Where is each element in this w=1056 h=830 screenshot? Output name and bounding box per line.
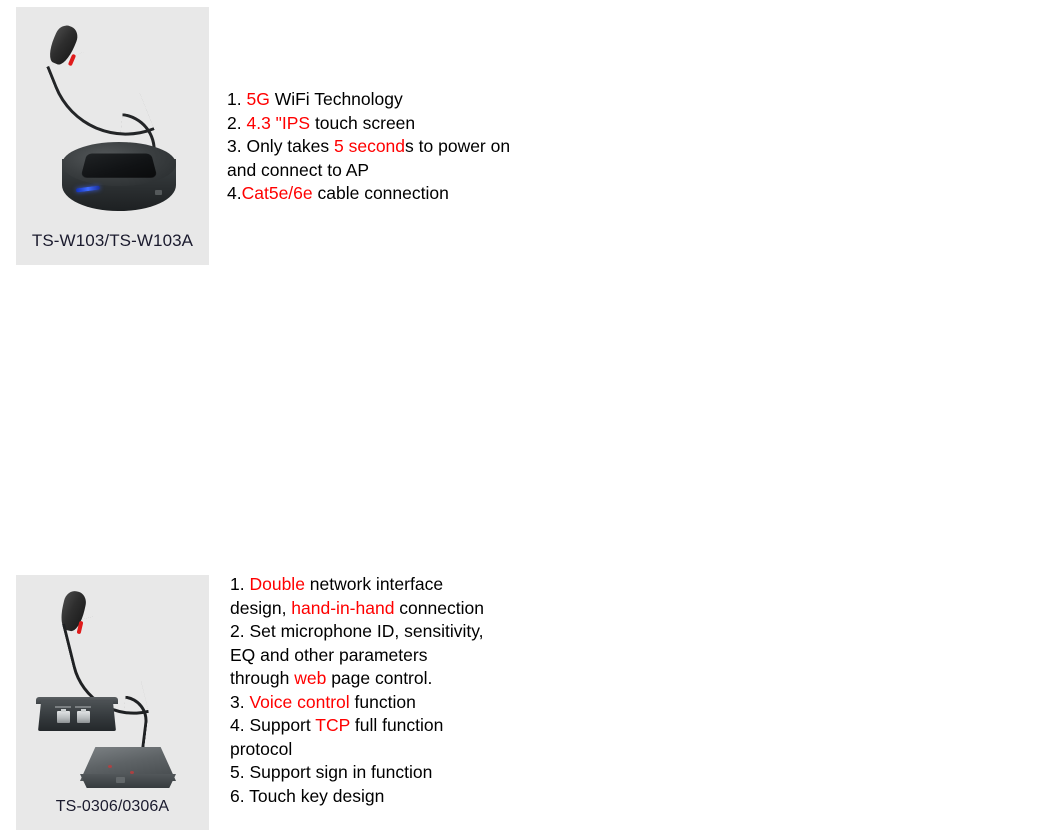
product-illustration-ts-w103 (16, 7, 209, 219)
product-image-panel-ts-0306: TS-0306/0306A (16, 575, 209, 830)
spec-text: 3. Only takes (227, 136, 334, 156)
product-cell-ts-0306: TS-0306/0306A 1. Double network interfac… (0, 285, 528, 830)
spec-text: 4. Support (230, 715, 316, 735)
product-specs-ts-w103: 1. 5G WiFi Technology 2. 4.3 "IPS touch s… (227, 88, 527, 206)
spec-text: 1. (230, 574, 250, 594)
base-logo-icon (155, 190, 162, 195)
spec-text: connection (394, 597, 484, 618)
spec-line: 3. Voice control function (230, 691, 488, 715)
rj45-port-2-icon (77, 709, 90, 723)
spec-highlight: 4.3 "IPS (246, 112, 311, 133)
product-illustration-ts-0306 (16, 575, 209, 788)
spec-line: 2. Set microphone ID, sensitivity, EQ an… (230, 620, 488, 691)
product-cell-ts-w103: TS-W103/TS-W103A 1. 5G WiFi Technology 2.… (0, 0, 528, 285)
spec-text: 3. (230, 691, 250, 712)
product-specs-ts-0306: 1. Double network interface design, hand… (230, 573, 488, 808)
spec-text: 2. (227, 112, 247, 133)
spec-highlight: hand-in-hand (291, 597, 395, 618)
spec-highlight: web (294, 668, 327, 688)
rj45-port-1-icon (57, 709, 70, 723)
spec-text: touch screen (310, 112, 416, 133)
spec-highlight: Voice control (249, 691, 350, 712)
spec-text: cable connection (312, 183, 449, 203)
spec-text: 5. Support sign in function (230, 762, 433, 782)
spec-highlight: Cat5e/6e (241, 183, 313, 203)
status-dot-1-icon (108, 765, 112, 768)
spec-highlight: TCP (315, 715, 350, 735)
port-label-2 (75, 706, 91, 708)
spec-line: 3. Only takes 5 seconds to power on and … (227, 135, 527, 182)
spec-line: 1. Double network interface design, hand… (230, 573, 488, 620)
spec-line: 2. 4.3 "IPS touch screen (227, 112, 527, 136)
spec-text: 4. (227, 183, 242, 203)
spec-line: 4.Cat5e/6e cable connection (227, 182, 527, 206)
spec-text: 1. (227, 89, 247, 109)
product-cell-ts-0214: TS-0214/0214A 1. The pickup distance can… (528, 285, 1056, 570)
product-label-ts-0306: TS-0306/0306A (55, 798, 170, 815)
spec-line: 1. 5G WiFi Technology (227, 88, 527, 112)
base-logo-icon (116, 777, 125, 783)
spec-highlight: 5 second (334, 136, 406, 156)
port-label-1 (55, 706, 71, 708)
spec-line: 6. Touch key design (230, 785, 488, 809)
spec-line: 5. Support sign in function (230, 761, 488, 785)
spec-line: 4. Support TCP full function protocol (230, 714, 488, 761)
spec-highlight: Double (249, 574, 305, 594)
product-cell-ts-0210: TS-0210 1. USB document2. HD 1920 * 480 … (528, 0, 1056, 285)
spec-text: function (349, 691, 416, 712)
product-image-panel-ts-w103: TS-W103/TS-W103A (16, 7, 209, 265)
product-label-ts-w103: TS-W103/TS-W103A (31, 231, 194, 250)
product-grid: TS-W103/TS-W103A 1. 5G WiFi Technology 2.… (0, 0, 1056, 830)
spec-text: WiFi Technology (269, 89, 403, 109)
base-front-shape (80, 774, 176, 788)
base-touch-screen (80, 153, 158, 178)
spec-highlight: 5G (246, 89, 270, 109)
spec-text: 6. Touch key design (230, 785, 385, 806)
spec-text: page control. (326, 668, 433, 688)
status-dot-2-icon (130, 771, 134, 774)
